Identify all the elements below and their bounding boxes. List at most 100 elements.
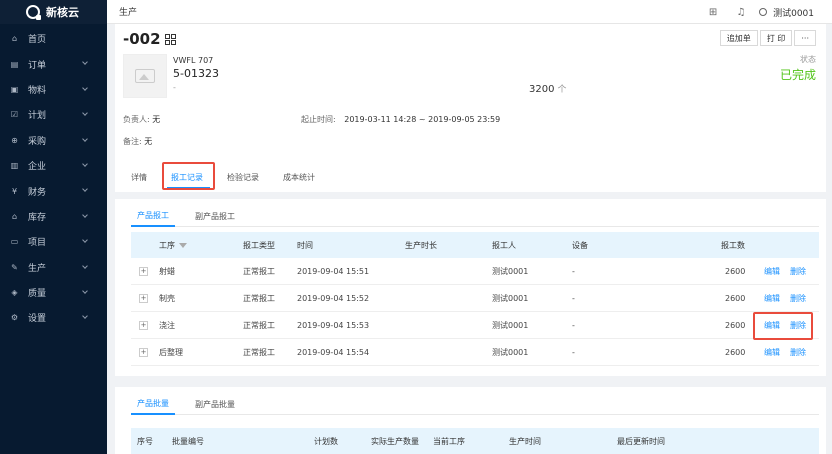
table-row: + 制壳 正常报工 2019-09-04 15:52 测试0001 - 2600…: [131, 285, 819, 312]
delete-link[interactable]: 删除: [790, 347, 806, 358]
tab-byproduct-report[interactable]: 副产品报工: [189, 205, 241, 227]
sidebar-item-quality[interactable]: ◈ 质量: [0, 280, 107, 305]
expand-row-icon[interactable]: +: [139, 293, 148, 303]
sidebar-item-label: 采购: [28, 136, 47, 147]
detail-tabs: 详情 报工记录 检验记录 成本统计: [123, 162, 331, 192]
sidebar-item-company[interactable]: ▥ 企业: [0, 153, 107, 178]
image-placeholder-icon: [135, 69, 155, 83]
row-device: -: [572, 347, 575, 357]
edit-link[interactable]: 编辑: [764, 293, 780, 304]
expand-row-icon[interactable]: +: [139, 320, 148, 330]
tab-inspection-records[interactable]: 检验记录: [219, 162, 267, 192]
action-highlight-box: [753, 312, 813, 340]
sidebar-item-production[interactable]: ✎ 生产: [0, 255, 107, 280]
sidebar-item-label: 企业: [28, 162, 47, 173]
chevron-down-icon: [82, 135, 88, 142]
sidebar-item-label: 生产: [28, 263, 47, 274]
tab-product-report[interactable]: 产品报工: [131, 205, 175, 227]
topbar-actions: ⊞ ♫ 测试0001: [695, 0, 814, 24]
time-range-label: 起止时间:: [301, 115, 336, 124]
sidebar-item-label: 财务: [28, 187, 47, 198]
row-qty: 2600: [725, 320, 746, 330]
sidebar-item-home[interactable]: ⌂ 首页: [0, 26, 107, 51]
product-code: VWFL 707: [173, 56, 214, 65]
status-badge: 已完成: [779, 68, 816, 82]
product-spec: -: [173, 83, 176, 92]
add-order-button[interactable]: 追加单: [719, 30, 758, 46]
expand-row-icon[interactable]: +: [139, 347, 148, 357]
row-device: -: [572, 320, 575, 330]
status-label: 状态: [800, 55, 816, 64]
inventory-icon: ⌂: [11, 211, 18, 221]
col-qty: 报工数: [721, 240, 745, 250]
time-range-row: 起止时间: 2019-03-11 14:28 ~ 2019-09-05 23:5…: [301, 114, 500, 125]
row-type: 正常报工: [243, 347, 275, 357]
edit-link[interactable]: 编辑: [764, 347, 780, 358]
plan-icon: ☑: [10, 110, 19, 120]
brand-logo[interactable]: 新核云: [0, 0, 107, 24]
user-name: 测试0001: [773, 8, 814, 19]
order-number: -002: [123, 30, 161, 48]
sidebar-item-label: 质量: [28, 289, 47, 300]
more-button[interactable]: ···: [794, 30, 816, 46]
chevron-down-icon: [82, 84, 88, 91]
col-device: 设备: [572, 240, 588, 250]
edit-link[interactable]: 编辑: [764, 266, 780, 277]
row-process: 后整理: [159, 347, 183, 357]
sidebar: 新核云 ⌂ 首页 ▤ 订单 ▣ 物料 ☑ 计划 ⊕ 采购 ▥ 企业 ¥ 财务 ⌂ 库存 ▭ 项目 …: [0, 0, 107, 454]
sidebar-item-label: 项目: [28, 238, 47, 249]
row-qty: 2600: [725, 293, 746, 303]
grid-icon[interactable]: ⊞: [703, 7, 723, 18]
row-process: 制壳: [159, 293, 175, 303]
col-process-label: 工序: [159, 240, 175, 250]
row-type: 正常报工: [243, 266, 275, 276]
qr-code-icon[interactable]: [164, 33, 176, 45]
sidebar-item-label: 计划: [28, 111, 47, 122]
col-actual: 实际生产数量: [371, 436, 419, 446]
chevron-down-icon: [82, 237, 88, 243]
sidebar-item-project[interactable]: ▭ 项目: [0, 229, 107, 254]
project-icon: ▭: [10, 237, 19, 247]
expand-row-icon[interactable]: +: [139, 266, 148, 276]
table-row: + 射蜡 正常报工 2019-09-04 15:51 测试0001 - 2600…: [131, 258, 819, 285]
chevron-down-icon: [82, 262, 88, 269]
chevron-down-icon: [82, 211, 88, 218]
filter-icon[interactable]: [179, 242, 187, 248]
owner-label: 负责人:: [123, 115, 150, 124]
tab-byproduct-batch[interactable]: 副产品批量: [189, 393, 241, 415]
quality-icon: ◈: [11, 288, 18, 298]
quantity-value: 3200: [529, 84, 555, 95]
settings-icon: ⚙: [10, 313, 19, 323]
sidebar-item-materials[interactable]: ▣ 物料: [0, 77, 107, 102]
owner-row: 负责人: 无: [123, 114, 160, 125]
sidebar-item-purchase[interactable]: ⊕ 采购: [0, 128, 107, 153]
row-time: 2019-09-04 15:51: [297, 266, 370, 276]
row-process: 射蜡: [159, 266, 175, 276]
table-row: + 后整理 正常报工 2019-09-04 15:54 测试0001 - 260…: [131, 339, 819, 366]
col-process[interactable]: 工序: [159, 240, 187, 251]
col-current-process: 当前工序: [433, 436, 465, 446]
sidebar-item-settings[interactable]: ⚙ 设置: [0, 305, 107, 330]
brand-name: 新核云: [46, 6, 79, 19]
tab-details[interactable]: 详情: [123, 162, 155, 192]
owner-value: 无: [152, 115, 161, 124]
breadcrumb[interactable]: 生产: [119, 5, 137, 18]
tab-cost-statistics[interactable]: 成本统计: [275, 162, 323, 192]
sidebar-item-inventory[interactable]: ⌂ 库存: [0, 204, 107, 229]
delete-link[interactable]: 删除: [790, 293, 806, 304]
delete-link[interactable]: 删除: [790, 266, 806, 277]
company-icon: ▥: [10, 161, 19, 171]
order-quantity: 3200 个: [529, 82, 566, 95]
note-value: 无: [144, 137, 153, 146]
table-row: + 浇注 正常报工 2019-09-04 15:53 测试0001 - 2600…: [131, 312, 819, 339]
sidebar-item-finance[interactable]: ¥ 财务: [0, 178, 107, 203]
print-button[interactable]: 打 印: [759, 30, 793, 46]
report-records-card: 产品报工 副产品报工 工序 报工类型 时间 生产时长 报工人 设备 报工数 + …: [115, 199, 826, 376]
user-menu[interactable]: 测试0001: [759, 6, 814, 19]
bell-icon[interactable]: ♫: [731, 7, 751, 18]
sidebar-item-label: 设置: [28, 314, 47, 325]
sidebar-item-orders[interactable]: ▤ 订单: [0, 51, 107, 76]
finance-icon: ¥: [11, 186, 18, 196]
sidebar-item-plan[interactable]: ☑ 计划: [0, 102, 107, 127]
tab-product-batch[interactable]: 产品批量: [131, 393, 175, 415]
